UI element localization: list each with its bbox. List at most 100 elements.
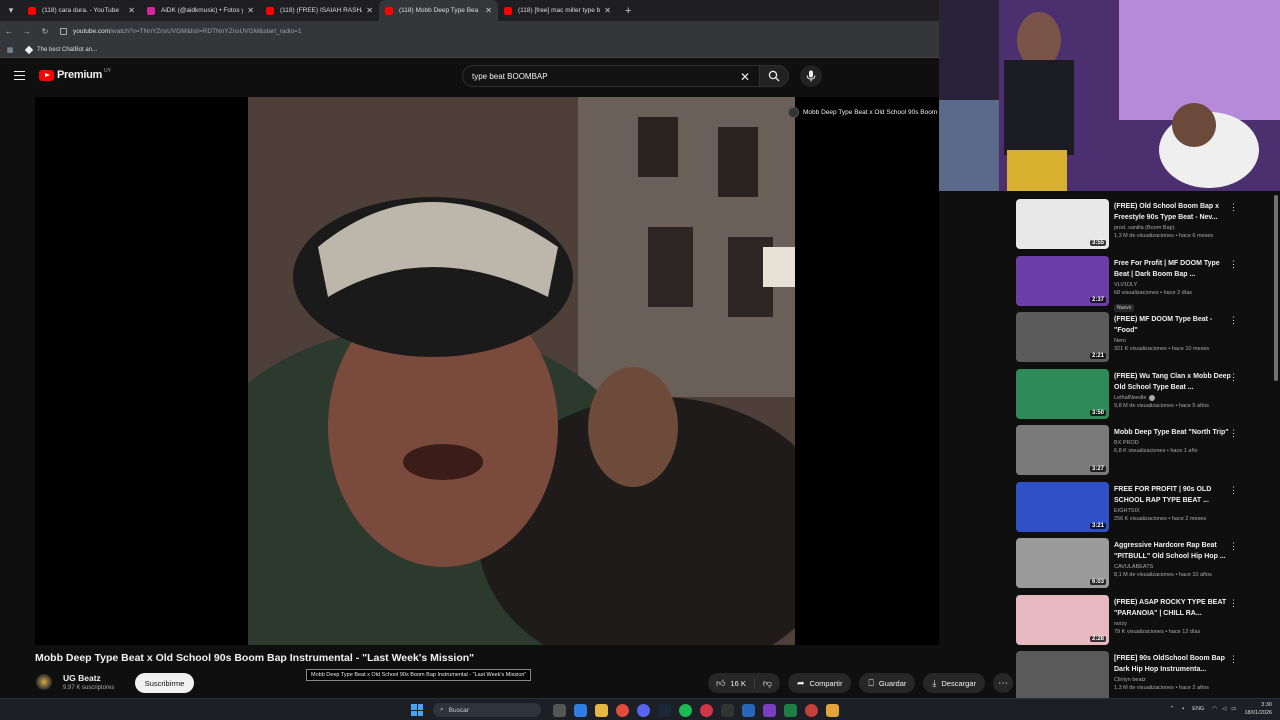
more-options-icon[interactable]: ⋮ bbox=[1229, 485, 1238, 496]
video-player[interactable]: Mobb Deep Type Beat x Old School 90s Boo… bbox=[35, 97, 951, 645]
recommendation-thumbnail[interactable]: 2:28 bbox=[1016, 594, 1109, 645]
recommendation-channel[interactable]: BX PROD bbox=[1114, 440, 1139, 446]
clear-search-icon[interactable]: ✕ bbox=[740, 70, 750, 84]
recommendation-channel[interactable]: VLV1DLY bbox=[1114, 282, 1137, 288]
more-options-icon[interactable]: ⋮ bbox=[1229, 315, 1238, 326]
vscode-icon[interactable] bbox=[742, 703, 755, 717]
close-tab-icon[interactable]: ✕ bbox=[247, 6, 254, 15]
browser-tab[interactable]: (118) Mobb Deep Type Bea ✕ bbox=[379, 0, 498, 21]
channel-avatar-small[interactable] bbox=[788, 107, 799, 118]
recommendation-channel[interactable]: EIGHTSIX bbox=[1114, 508, 1140, 514]
recommendation-item[interactable]: 2:37 Free For Profit | MF DOOM Type Beat … bbox=[1013, 251, 1275, 312]
search-input[interactable]: type beat BOOMBAP bbox=[462, 65, 759, 87]
wifi-icon[interactable]: ◠ bbox=[1212, 706, 1217, 712]
subscribe-button[interactable]: Suscribirme bbox=[135, 673, 194, 693]
recommendation-title[interactable]: (FREE) MF DOOM Type Beat - "Food" bbox=[1114, 314, 1236, 336]
volume-icon[interactable]: ◁ bbox=[1222, 706, 1226, 712]
reload-icon[interactable]: ↻ bbox=[36, 27, 54, 36]
more-options-icon[interactable]: ⋮ bbox=[1229, 372, 1238, 383]
recommendation-item[interactable]: 6:03 Aggressive Hardcore Rap Beat "PITBUL… bbox=[1013, 533, 1275, 590]
channel-avatar[interactable] bbox=[36, 674, 52, 690]
share-button[interactable]: ➦ Compartir bbox=[787, 673, 852, 693]
browser-tab[interactable]: (118) [free] mac miller type bea ✕ bbox=[498, 0, 617, 21]
video-frame[interactable] bbox=[248, 97, 795, 645]
recommendation-item[interactable]: 3:50 (FREE) Wu Tang Clan x Mobb Deep Old … bbox=[1013, 364, 1275, 421]
file-explorer-icon[interactable] bbox=[595, 703, 608, 717]
recommendation-item[interactable]: [FREE] 90s OldSchool Boom Bap Dark Hip H… bbox=[1013, 646, 1275, 703]
recommendation-channel[interactable]: CAVULABEATS bbox=[1114, 564, 1153, 570]
recommendation-title[interactable]: [FREE] 90s OldSchool Boom Bap Dark Hip H… bbox=[1114, 653, 1236, 675]
close-tab-icon[interactable]: ✕ bbox=[128, 6, 135, 15]
recommendation-thumbnail[interactable]: 3:27 bbox=[1016, 425, 1109, 475]
search-button[interactable] bbox=[759, 65, 789, 87]
more-options-icon[interactable]: ⋮ bbox=[1229, 259, 1238, 270]
more-options-icon[interactable]: ⋮ bbox=[1229, 654, 1238, 665]
taskbar-clock[interactable]: 3:30 18/01/2026 bbox=[1244, 701, 1272, 717]
recommendation-item[interactable]: 2:21 (FREE) MF DOOM Type Beat - "Food" Ner… bbox=[1013, 307, 1275, 364]
recommendation-thumbnail[interactable]: 3:50 bbox=[1016, 368, 1109, 419]
app-icon[interactable] bbox=[721, 703, 734, 717]
bookmark-item[interactable]: The best ChatBot an... bbox=[24, 45, 97, 54]
back-icon[interactable]: ← bbox=[0, 27, 18, 36]
recommendation-channel[interactable]: LethalNeedle bbox=[1114, 395, 1146, 401]
tray-app-icon[interactable]: ▪ bbox=[1182, 706, 1184, 712]
recommendation-title[interactable]: FREE FOR PROFIT | 90s OLD SCHOOL RAP TYP… bbox=[1114, 484, 1236, 506]
more-options-icon[interactable]: ⋮ bbox=[1229, 428, 1238, 439]
youtube-logo[interactable]: Premium UY bbox=[39, 68, 111, 81]
recommendation-channel[interactable]: Clintyn beatz bbox=[1114, 677, 1146, 683]
recommendation-title[interactable]: (FREE) Wu Tang Clan x Mobb Deep Old Scho… bbox=[1114, 371, 1236, 393]
task-view-icon[interactable] bbox=[553, 703, 566, 717]
windows-start-icon[interactable] bbox=[411, 704, 423, 716]
browser-tab[interactable]: (118) cara dura. - YouTube ✕ bbox=[22, 0, 141, 21]
taskbar-search-input[interactable]: ⌕ Buscar bbox=[433, 703, 541, 717]
recommendation-thumbnail[interactable]: 2:37 bbox=[1016, 255, 1109, 306]
recommendation-item[interactable]: 3:27 Mobb Deep Type Beat "North Trip" BX P… bbox=[1013, 420, 1275, 477]
more-actions-icon[interactable]: ⋯ bbox=[992, 673, 1013, 693]
new-tab-button[interactable]: + bbox=[617, 5, 639, 17]
dislike-button[interactable]: 👎︎ bbox=[755, 678, 780, 689]
recommendation-channel[interactable]: noizy bbox=[1114, 621, 1127, 627]
recommendation-thumbnail[interactable]: 2:21 bbox=[1016, 312, 1109, 362]
channel-name[interactable]: UG Beatz bbox=[63, 673, 114, 683]
more-options-icon[interactable]: ⋮ bbox=[1229, 598, 1238, 609]
recommendation-title[interactable]: Aggressive Hardcore Rap Beat "PITBULL" O… bbox=[1114, 540, 1236, 562]
more-options-icon[interactable]: ⋮ bbox=[1229, 541, 1238, 552]
like-button[interactable]: 👍︎ 16 K bbox=[708, 677, 755, 689]
recommendation-item[interactable]: 2:28 (FREE) ASAP ROCKY TYPE BEAT "PARANOI… bbox=[1013, 590, 1275, 647]
visual-studio-icon[interactable] bbox=[763, 703, 776, 717]
chrome-icon[interactable] bbox=[616, 703, 629, 717]
spotify-icon[interactable] bbox=[679, 703, 692, 717]
browser-tab[interactable]: AiDK (@aidkmusic) • Fotos y vi ✕ bbox=[141, 0, 260, 21]
recommendation-item[interactable]: 3:21 FREE FOR PROFIT | 90s OLD SCHOOL RAP… bbox=[1013, 477, 1275, 534]
forward-icon[interactable]: → bbox=[18, 27, 36, 36]
browser-tab[interactable]: (118) (FREE) ISAIAH RASHAD T ✕ bbox=[260, 0, 379, 21]
site-info-icon[interactable] bbox=[60, 28, 67, 35]
recommendation-thumbnail[interactable]: 6:03 bbox=[1016, 538, 1109, 588]
recommendation-title[interactable]: Free For Profit | MF DOOM Type Beat | Da… bbox=[1114, 258, 1236, 280]
recommendations-scrollbar[interactable] bbox=[1274, 195, 1278, 381]
recommendation-title[interactable]: Mobb Deep Type Beat "North Trip" bbox=[1114, 427, 1236, 438]
recommendation-channel[interactable]: prod. vanilla (Boom Bap) bbox=[1114, 225, 1175, 231]
chrome-alt-icon[interactable] bbox=[805, 703, 818, 717]
voice-search-button[interactable] bbox=[800, 65, 822, 87]
tab-search-icon[interactable]: ▾ bbox=[0, 0, 22, 21]
recommendation-thumbnail[interactable]: 3:55 bbox=[1016, 199, 1109, 249]
close-tab-icon[interactable]: ✕ bbox=[604, 6, 611, 15]
discord-icon[interactable] bbox=[637, 703, 650, 717]
more-options-icon[interactable]: ⋮ bbox=[1229, 202, 1238, 213]
recommendation-title[interactable]: (FREE) Old School Boom Bap x Freestyle 9… bbox=[1114, 201, 1236, 223]
language-indicator[interactable]: ENG bbox=[1192, 706, 1204, 712]
xbox-icon[interactable] bbox=[784, 703, 797, 717]
recommendation-thumbnail[interactable] bbox=[1016, 651, 1109, 701]
download-button[interactable]: ⤓ Descargar bbox=[923, 673, 985, 693]
recommendation-title[interactable]: (FREE) ASAP ROCKY TYPE BEAT "PARANOIA" |… bbox=[1114, 597, 1236, 619]
recommendation-thumbnail[interactable]: 3:21 bbox=[1016, 481, 1109, 532]
close-tab-icon[interactable]: ✕ bbox=[485, 6, 492, 15]
recommendation-channel[interactable]: Nero bbox=[1114, 338, 1126, 344]
channel-info[interactable]: UG Beatz 9,97 K suscriptores bbox=[36, 673, 114, 691]
media-player-icon[interactable] bbox=[700, 703, 713, 717]
steam-icon[interactable] bbox=[658, 703, 671, 717]
menu-icon[interactable] bbox=[14, 71, 25, 80]
recommendation-item[interactable]: 3:55 (FREE) Old School Boom Bap x Freesty… bbox=[1013, 194, 1275, 251]
save-button[interactable]: ⎕ Guardar bbox=[859, 673, 916, 693]
